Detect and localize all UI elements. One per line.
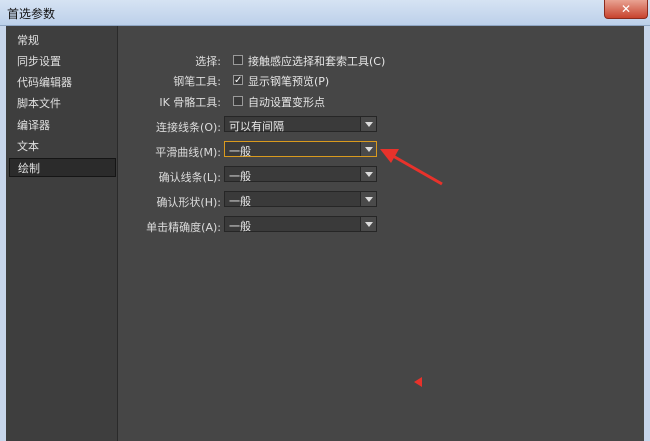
annotation-arrow-head — [380, 149, 399, 163]
annotation-marker — [414, 377, 422, 387]
annotation-overlay — [380, 149, 443, 387]
annotation-arrow-shaft — [392, 154, 443, 186]
